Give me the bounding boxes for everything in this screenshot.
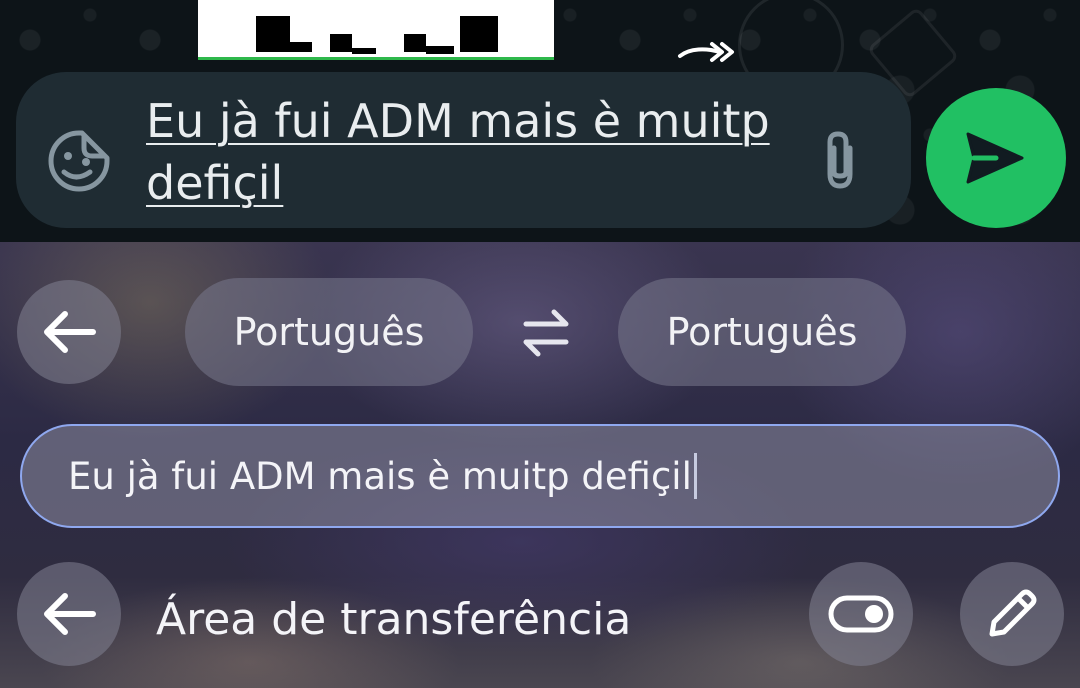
arrow-left-icon [44, 593, 96, 635]
image-message[interactable] [198, 0, 554, 60]
source-language-label: Português [233, 310, 425, 354]
censored-block [330, 34, 352, 52]
text-caret [693, 453, 697, 499]
clipboard-toggle-button[interactable] [809, 562, 913, 666]
target-language-button[interactable]: Português [618, 278, 906, 386]
toggle-icon [828, 595, 894, 633]
translate-input-text: Eu jà fui ADM mais è muitp defiçil [68, 454, 692, 498]
message-input[interactable]: Eu jà fui ADM mais è muitp defiçil [146, 90, 786, 214]
forward-icon[interactable] [676, 38, 740, 66]
screen: Eu jà fui ADM mais è muitp defiçil Portu… [0, 0, 1080, 688]
send-button[interactable] [926, 88, 1066, 228]
translator-back-button[interactable] [17, 280, 121, 384]
censored-block [404, 34, 426, 52]
send-icon [966, 132, 1024, 184]
censored-block [256, 16, 290, 52]
clipboard-title: Área de transferência [156, 594, 632, 645]
chat-background: Eu jà fui ADM mais è muitp defiçil [0, 0, 1080, 242]
sticker-icon[interactable] [46, 128, 112, 194]
censored-block [352, 48, 376, 54]
translate-input[interactable]: Eu jà fui ADM mais è muitp defiçil [20, 424, 1060, 528]
clipboard-edit-button[interactable] [960, 562, 1064, 666]
censored-block [290, 42, 312, 52]
clipboard-back-button[interactable] [17, 562, 121, 666]
paperclip-icon[interactable] [810, 126, 870, 192]
arrow-left-icon [44, 311, 96, 353]
pencil-icon [989, 589, 1037, 637]
target-language-label: Português [666, 310, 858, 354]
swap-arrows-icon[interactable] [516, 308, 576, 358]
source-language-button[interactable]: Português [185, 278, 473, 386]
censored-block [426, 46, 454, 54]
censored-block [460, 16, 498, 52]
